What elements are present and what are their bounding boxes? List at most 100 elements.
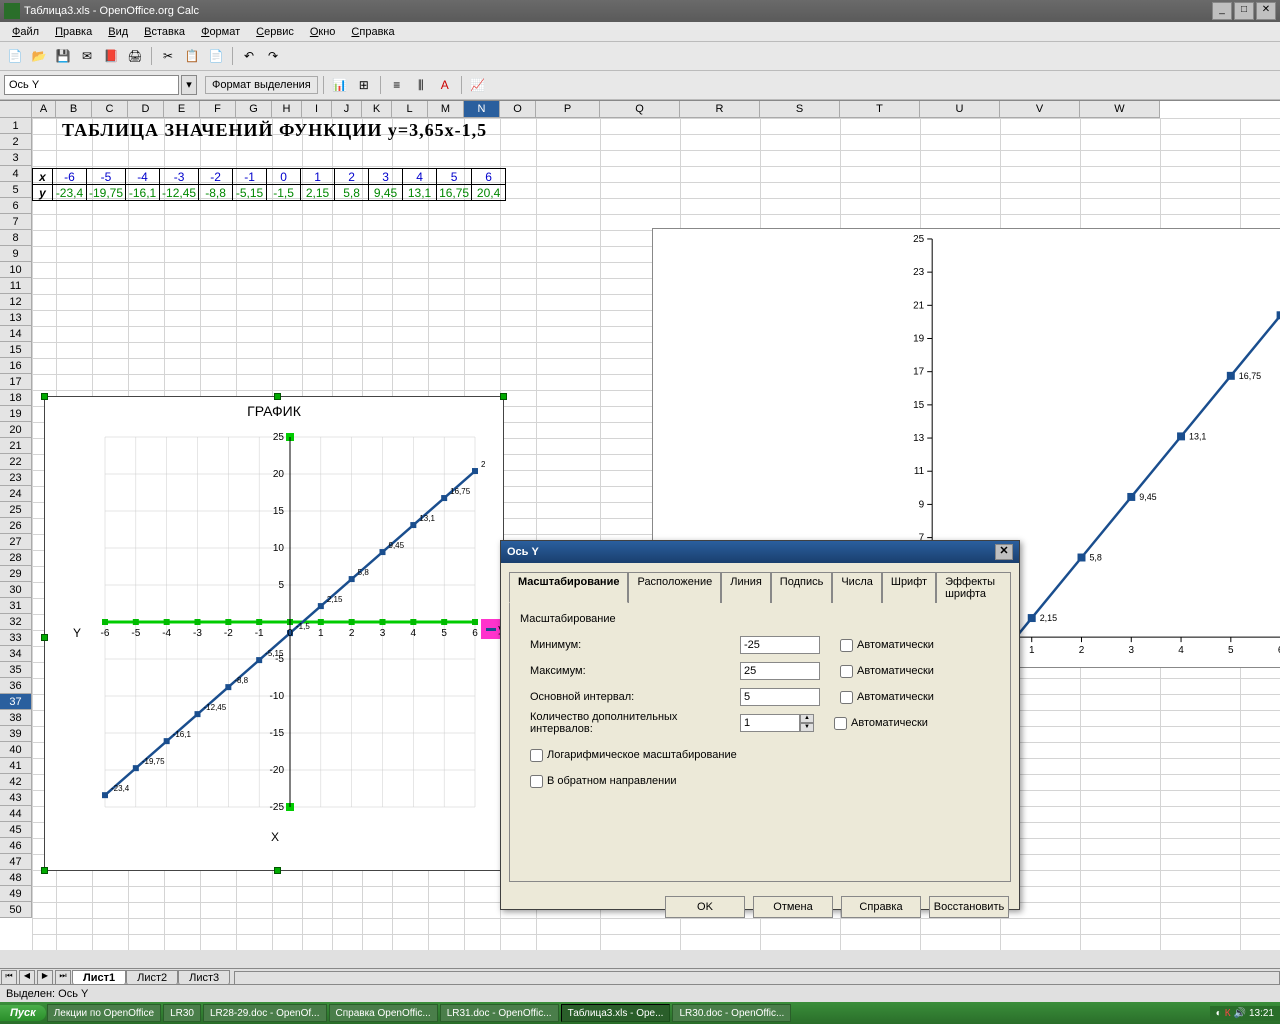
row-header-47[interactable]: 47 [0, 854, 32, 870]
ok-button[interactable]: OK [665, 896, 745, 918]
task-item[interactable]: Справка OpenOffic... [329, 1004, 438, 1022]
row-header-41[interactable]: 41 [0, 758, 32, 774]
format-selection-button[interactable]: Формат выделения [205, 76, 318, 94]
print-icon[interactable]: 🖨 [124, 45, 146, 67]
resize-handle[interactable] [500, 393, 507, 400]
row-header-31[interactable]: 31 [0, 598, 32, 614]
dialog-close-button[interactable]: ✕ [995, 544, 1013, 560]
row-header-24[interactable]: 24 [0, 486, 32, 502]
row-header-38[interactable]: 38 [0, 710, 32, 726]
row-header-45[interactable]: 45 [0, 822, 32, 838]
col-header-B[interactable]: B [56, 101, 92, 118]
minor-input[interactable] [740, 714, 800, 732]
col-header-O[interactable]: O [500, 101, 536, 118]
spin-down[interactable]: ▼ [800, 723, 814, 732]
row-header-50[interactable]: 50 [0, 902, 32, 918]
save-icon[interactable]: 💾 [52, 45, 74, 67]
row-header-36[interactable]: 36 [0, 678, 32, 694]
row-header-30[interactable]: 30 [0, 582, 32, 598]
cancel-button[interactable]: Отмена [753, 896, 833, 918]
chart-icon[interactable]: 📈 [467, 74, 489, 96]
row-header-22[interactable]: 22 [0, 454, 32, 470]
grid-v-icon[interactable]: ⫼ [410, 74, 432, 96]
task-item[interactable]: LR30.doc - OpenOffic... [672, 1004, 791, 1022]
minor-auto-checkbox[interactable] [834, 717, 847, 730]
chart-data-icon[interactable]: ⊞ [353, 74, 375, 96]
menu-Вставка[interactable]: Вставка [136, 24, 193, 40]
redo-icon[interactable]: ↷ [262, 45, 284, 67]
chart-graph-editing[interactable]: ГРАФИК -23,4-19,75-16,1-12,45-8,8-5,15-1… [44, 396, 504, 871]
row-header-34[interactable]: 34 [0, 646, 32, 662]
col-header-L[interactable]: L [392, 101, 428, 118]
menu-Правка[interactable]: Правка [47, 24, 100, 40]
close-button[interactable]: ✕ [1256, 2, 1276, 20]
row-header-3[interactable]: 3 [0, 150, 32, 166]
tray-icon[interactable]: 🔊 [1234, 1008, 1246, 1019]
major-input[interactable] [740, 688, 820, 706]
paste-icon[interactable]: 📄 [205, 45, 227, 67]
row-header-43[interactable]: 43 [0, 790, 32, 806]
row-header-42[interactable]: 42 [0, 774, 32, 790]
row-header-15[interactable]: 15 [0, 342, 32, 358]
row-header-27[interactable]: 27 [0, 534, 32, 550]
row-header-13[interactable]: 13 [0, 310, 32, 326]
copy-icon[interactable]: 📋 [181, 45, 203, 67]
tab-2[interactable]: Линия [721, 572, 771, 603]
row-header-28[interactable]: 28 [0, 550, 32, 566]
col-header-D[interactable]: D [128, 101, 164, 118]
pdf-icon[interactable]: 📕 [100, 45, 122, 67]
col-header-S[interactable]: S [760, 101, 840, 118]
tab-6[interactable]: Эффекты шрифта [936, 572, 1011, 603]
row-header-11[interactable]: 11 [0, 278, 32, 294]
menu-Файл[interactable]: Файл [4, 24, 47, 40]
col-header-M[interactable]: M [428, 101, 464, 118]
cut-icon[interactable]: ✂ [157, 45, 179, 67]
name-box[interactable]: Ось Y [4, 75, 179, 95]
row-header-9[interactable]: 9 [0, 246, 32, 262]
row-header-39[interactable]: 39 [0, 726, 32, 742]
row-header-5[interactable]: 5 [0, 182, 32, 198]
email-icon[interactable]: ✉ [76, 45, 98, 67]
dialog-titlebar[interactable]: Ось Y ✕ [501, 541, 1019, 563]
row-header-44[interactable]: 44 [0, 806, 32, 822]
col-header-P[interactable]: P [536, 101, 600, 118]
reset-button[interactable]: Восстановить [929, 896, 1009, 918]
new-icon[interactable]: 📄 [4, 45, 26, 67]
col-header-H[interactable]: H [272, 101, 302, 118]
legend-icon[interactable]: A [434, 74, 456, 96]
tab-5[interactable]: Шрифт [882, 572, 936, 603]
row-header-4[interactable]: 4 [0, 166, 32, 182]
maximize-button[interactable]: □ [1234, 2, 1254, 20]
row-header-40[interactable]: 40 [0, 742, 32, 758]
row-header-35[interactable]: 35 [0, 662, 32, 678]
col-header-N[interactable]: N [464, 101, 500, 118]
resize-handle[interactable] [41, 634, 48, 641]
col-header-C[interactable]: C [92, 101, 128, 118]
reverse-checkbox[interactable] [530, 775, 543, 788]
max-input[interactable] [740, 662, 820, 680]
undo-icon[interactable]: ↶ [238, 45, 260, 67]
min-input[interactable] [740, 636, 820, 654]
row-header-26[interactable]: 26 [0, 518, 32, 534]
row-header-7[interactable]: 7 [0, 214, 32, 230]
menu-Справка[interactable]: Справка [343, 24, 402, 40]
tray-icon[interactable]: К [1225, 1008, 1231, 1019]
spin-up[interactable]: ▲ [800, 714, 814, 723]
menu-Вид[interactable]: Вид [100, 24, 136, 40]
row-header-25[interactable]: 25 [0, 502, 32, 518]
row-header-17[interactable]: 17 [0, 374, 32, 390]
row-header-33[interactable]: 33 [0, 630, 32, 646]
row-header-20[interactable]: 20 [0, 422, 32, 438]
row-header-46[interactable]: 46 [0, 838, 32, 854]
row-header-8[interactable]: 8 [0, 230, 32, 246]
col-header-G[interactable]: G [236, 101, 272, 118]
row-header-32[interactable]: 32 [0, 614, 32, 630]
major-auto-checkbox[interactable] [840, 691, 853, 704]
chart-type-icon[interactable]: 📊 [329, 74, 351, 96]
col-header-J[interactable]: J [332, 101, 362, 118]
row-header-19[interactable]: 19 [0, 406, 32, 422]
task-item[interactable]: LR31.doc - OpenOffic... [440, 1004, 559, 1022]
open-icon[interactable]: 📂 [28, 45, 50, 67]
row-header-14[interactable]: 14 [0, 326, 32, 342]
col-header-F[interactable]: F [200, 101, 236, 118]
